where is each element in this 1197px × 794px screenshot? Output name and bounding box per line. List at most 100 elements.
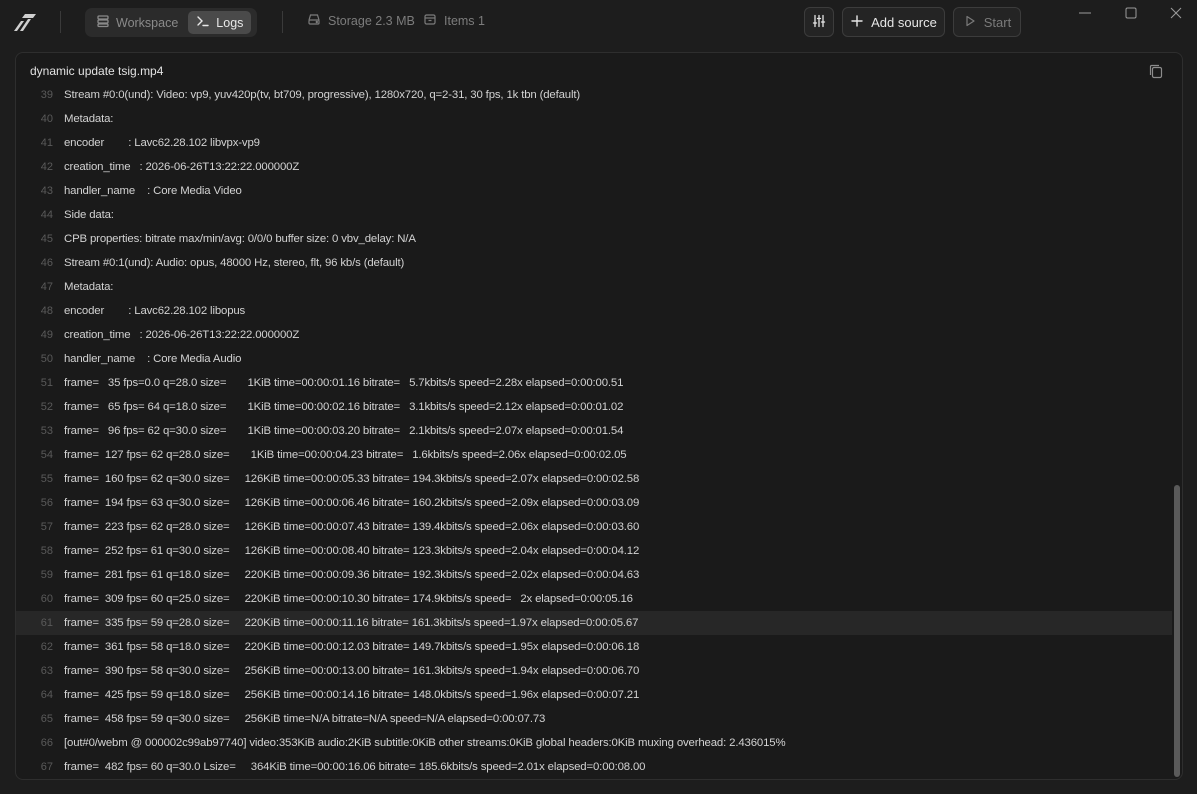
- close-window-button[interactable]: [1164, 5, 1188, 25]
- log-line: 44 Side data:: [16, 203, 1172, 227]
- log-line: 40 Metadata:: [16, 107, 1172, 131]
- log-panel: dynamic update tsig.mp4 39 Stream #0:0(un…: [15, 52, 1183, 780]
- line-text: CPB properties: bitrate max/min/avg: 0/0…: [64, 233, 416, 245]
- log-line: 43 handler_name : Core Media Video: [16, 179, 1172, 203]
- line-number: 56: [40, 497, 53, 509]
- log-line: 46 Stream #0:1(und): Audio: opus, 48000 H…: [16, 251, 1172, 275]
- log-output[interactable]: 39 Stream #0:0(und): Video: vp9, yuv420p(…: [16, 89, 1172, 779]
- log-line: 65 frame= 458 fps= 59 q=30.0 size= 256KiB…: [16, 707, 1172, 731]
- title-bar: Workspace Logs Storage 2.3 MB Items 1 Ad…: [0, 0, 1197, 44]
- panel-header: dynamic update tsig.mp4: [16, 53, 1182, 89]
- line-text: frame= 223 fps= 62 q=28.0 size= 126KiB t…: [64, 521, 640, 533]
- line-number: 46: [40, 257, 53, 269]
- view-switcher: Workspace Logs: [85, 8, 257, 37]
- storage-indicator: Storage 2.3 MB: [307, 12, 415, 29]
- line-number: 53: [40, 425, 53, 437]
- maximize-button[interactable]: [1119, 5, 1143, 25]
- line-number: 45: [40, 233, 53, 245]
- settings-sliders-button[interactable]: [804, 7, 834, 37]
- start-label: Start: [983, 14, 1012, 30]
- log-line: 49 creation_time : 2026-06-26T13:22:22.00…: [16, 323, 1172, 347]
- close-icon: [1169, 6, 1183, 25]
- panel-title: dynamic update tsig.mp4: [30, 64, 164, 78]
- tab-logs[interactable]: Logs: [188, 11, 252, 34]
- log-line: 60 frame= 309 fps= 60 q=25.0 size= 220KiB…: [16, 587, 1172, 611]
- line-text: creation_time : 2026-06-26T13:22:22.0000…: [64, 329, 300, 341]
- line-number: 51: [40, 377, 53, 389]
- copy-log-button[interactable]: [1148, 63, 1164, 79]
- divider: [60, 11, 61, 33]
- line-text: frame= 160 fps= 62 q=30.0 size= 126KiB t…: [64, 473, 640, 485]
- line-text: Stream #0:0(und): Video: vp9, yuv420p(tv…: [64, 89, 581, 101]
- line-number: 42: [40, 161, 53, 173]
- items-label: Items 1: [444, 13, 485, 28]
- log-line: 53 frame= 96 fps= 62 q=30.0 size= 1KiB ti…: [16, 419, 1172, 443]
- line-text: frame= 425 fps= 59 q=18.0 size= 256KiB t…: [64, 689, 640, 701]
- line-number: 49: [40, 329, 53, 341]
- log-line: 63 frame= 390 fps= 58 q=30.0 size= 256KiB…: [16, 659, 1172, 683]
- play-icon: [963, 14, 977, 31]
- line-number: 66: [40, 737, 53, 749]
- maximize-icon: [1124, 6, 1138, 25]
- line-text: frame= 335 fps= 59 q=28.0 size= 220KiB t…: [64, 617, 639, 629]
- log-line: 64 frame= 425 fps= 59 q=18.0 size= 256KiB…: [16, 683, 1172, 707]
- line-text: frame= 390 fps= 58 q=30.0 size= 256KiB t…: [64, 665, 640, 677]
- line-number: 63: [40, 665, 53, 677]
- line-text: frame= 96 fps= 62 q=30.0 size= 1KiB time…: [64, 425, 624, 437]
- line-number: 47: [40, 281, 53, 293]
- add-source-button[interactable]: Add source: [842, 7, 945, 37]
- stack-icon: [96, 14, 110, 31]
- tab-workspace[interactable]: Workspace: [88, 11, 186, 34]
- line-number: 52: [40, 401, 53, 413]
- log-line: 61 frame= 335 fps= 59 q=28.0 size= 220KiB…: [16, 611, 1172, 635]
- line-number: 58: [40, 545, 53, 557]
- line-number: 55: [40, 473, 53, 485]
- line-text: frame= 194 fps= 63 q=30.0 size= 126KiB t…: [64, 497, 640, 509]
- start-button[interactable]: Start: [953, 7, 1021, 37]
- line-text: Side data:: [64, 209, 114, 221]
- line-number: 60: [40, 593, 53, 605]
- log-line: 52 frame= 65 fps= 64 q=18.0 size= 1KiB ti…: [16, 395, 1172, 419]
- line-number: 43: [40, 185, 53, 197]
- log-line: 62 frame= 361 fps= 58 q=18.0 size= 220KiB…: [16, 635, 1172, 659]
- line-number: 39: [40, 89, 53, 101]
- add-source-label: Add source: [871, 14, 937, 30]
- log-line: 41 encoder : Lavc62.28.102 libvpx-vp9: [16, 131, 1172, 155]
- minimize-button[interactable]: [1073, 5, 1097, 25]
- line-text: frame= 252 fps= 61 q=30.0 size= 126KiB t…: [64, 545, 640, 557]
- line-number: 61: [40, 617, 53, 629]
- line-number: 48: [40, 305, 53, 317]
- line-text: frame= 127 fps= 62 q=28.0 size= 1KiB tim…: [64, 449, 627, 461]
- copy-icon: [1148, 64, 1164, 83]
- line-number: 59: [40, 569, 53, 581]
- log-line: 42 creation_time : 2026-06-26T13:22:22.00…: [16, 155, 1172, 179]
- line-text: [out#0/webm @ 000002c99ab97740] video:35…: [64, 737, 786, 749]
- line-text: frame= 361 fps= 58 q=18.0 size= 220KiB t…: [64, 641, 640, 653]
- line-number: 57: [40, 521, 53, 533]
- line-text: frame= 35 fps=0.0 q=28.0 size= 1KiB time…: [64, 377, 624, 389]
- log-line: 59 frame= 281 fps= 61 q=18.0 size= 220KiB…: [16, 563, 1172, 587]
- log-line: 67 frame= 482 fps= 60 q=30.0 Lsize= 364Ki…: [16, 755, 1172, 779]
- box-icon: [423, 12, 437, 29]
- items-indicator: Items 1: [423, 12, 485, 29]
- line-text: frame= 65 fps= 64 q=18.0 size= 1KiB time…: [64, 401, 624, 413]
- line-number: 41: [40, 137, 53, 149]
- app-logo-icon: [12, 10, 38, 34]
- log-line: 66 [out#0/webm @ 000002c99ab97740] video:…: [16, 731, 1172, 755]
- log-line: 54 frame= 127 fps= 62 q=28.0 size= 1KiB t…: [16, 443, 1172, 467]
- minimize-icon: [1078, 6, 1092, 25]
- storage-label: Storage 2.3 MB: [328, 13, 415, 28]
- line-number: 64: [40, 689, 53, 701]
- line-number: 40: [40, 113, 53, 125]
- log-line: 55 frame= 160 fps= 62 q=30.0 size= 126KiB…: [16, 467, 1172, 491]
- divider: [282, 11, 283, 33]
- drive-icon: [307, 12, 321, 29]
- log-line: 39 Stream #0:0(und): Video: vp9, yuv420p(…: [16, 89, 1172, 107]
- line-number: 54: [40, 449, 53, 461]
- line-number: 50: [40, 353, 53, 365]
- line-text: handler_name : Core Media Audio: [64, 353, 242, 365]
- line-text: frame= 458 fps= 59 q=30.0 size= 256KiB t…: [64, 713, 546, 725]
- log-line: 50 handler_name : Core Media Audio: [16, 347, 1172, 371]
- log-scrollbar[interactable]: [1174, 485, 1180, 777]
- log-line: 48 encoder : Lavc62.28.102 libopus: [16, 299, 1172, 323]
